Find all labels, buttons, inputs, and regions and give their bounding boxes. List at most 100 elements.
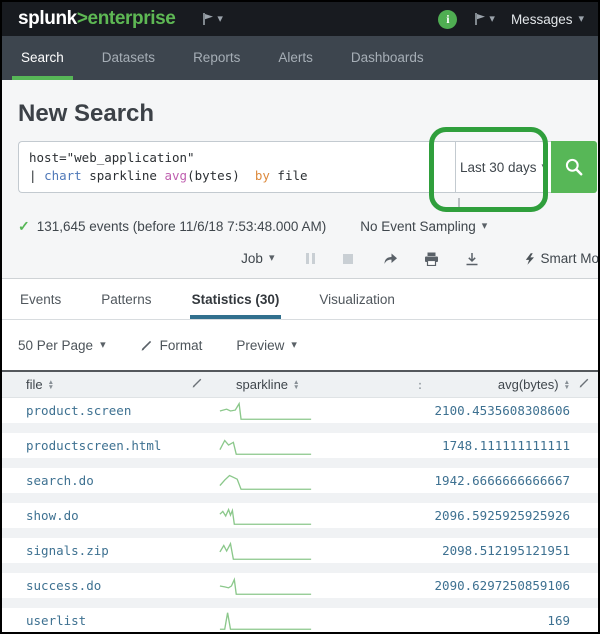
results-panel: Events Patterns Statistics (30) Visualizati… xyxy=(2,279,598,634)
textarea-resize-handle[interactable] xyxy=(458,198,460,210)
event-count-text: 131,645 events (before 11/6/18 7:53:48.0… xyxy=(37,219,326,234)
edit-column-button[interactable] xyxy=(191,377,203,392)
top-bar: splunk>enterprise ▾ i ▾ Messages ▾ xyxy=(2,2,598,36)
tab-statistics-30[interactable]: Statistics (30) xyxy=(190,279,282,319)
avg-bytes-cell[interactable]: 1748.111111111111 xyxy=(442,438,570,453)
sparkline-cell xyxy=(216,610,386,632)
nav-item-dashboards[interactable]: Dashboards xyxy=(342,36,433,80)
stop-button[interactable] xyxy=(343,254,353,264)
app-switcher-menu[interactable]: ▾ xyxy=(201,12,223,26)
activity-menu[interactable]: ▾ xyxy=(473,12,495,26)
tab-patterns[interactable]: Patterns xyxy=(99,279,153,319)
export-button[interactable] xyxy=(465,252,479,266)
pennant-flag-icon xyxy=(473,12,486,26)
pause-button[interactable] xyxy=(306,253,315,264)
messages-menu[interactable]: Messages ▾ xyxy=(511,12,584,27)
time-range-picker[interactable]: Last 30 days ▾ xyxy=(455,141,551,193)
avg-bytes-cell[interactable]: 1942.6666666666667 xyxy=(435,473,570,488)
pencil-icon xyxy=(191,377,203,389)
logo-gt-text: > xyxy=(77,8,88,29)
avg-bytes-cell[interactable]: 2090.6297250859106 xyxy=(435,578,570,593)
per-page-label: 50 Per Page xyxy=(18,338,93,353)
chevron-down-icon: ▾ xyxy=(217,14,223,25)
search-status-row: ✓ 131,645 events (before 11/6/18 7:53:48… xyxy=(18,218,582,235)
preview-menu[interactable]: Preview ▾ xyxy=(236,338,297,353)
sparkline-cell xyxy=(216,505,386,527)
sparkline-cell xyxy=(216,400,386,422)
page-title: New Search xyxy=(2,80,598,128)
sparkline-cell xyxy=(216,435,386,457)
pennant-flag-icon xyxy=(201,12,214,26)
search-mode-menu[interactable]: Smart Mode xyxy=(525,251,600,266)
format-button[interactable]: Format xyxy=(140,338,203,353)
check-icon: ✓ xyxy=(18,218,30,235)
results-toolbar: 50 Per Page ▾ Format Preview ▾ xyxy=(2,320,598,370)
tab-events[interactable]: Events xyxy=(18,279,63,319)
column-header-file[interactable]: file ▲▼ xyxy=(2,377,178,392)
format-label: Format xyxy=(160,338,203,353)
job-menu[interactable]: Job ▾ xyxy=(241,251,274,266)
tab-visualization[interactable]: Visualization xyxy=(317,279,397,319)
search-bar: host="web_application"| chart sparkline … xyxy=(18,141,597,193)
pause-icon xyxy=(306,253,309,264)
results-table-header: file ▲▼ sparkline ▲▼ : avg(bytes) ▲▼ xyxy=(2,370,598,398)
file-cell[interactable]: signals.zip xyxy=(2,543,216,558)
column-resize-grip[interactable]: : xyxy=(418,378,426,392)
avg-bytes-cell[interactable]: 2100.4535608308606 xyxy=(435,403,570,418)
logo-product-text: enterprise xyxy=(88,8,176,29)
file-cell[interactable]: search.do xyxy=(2,473,216,488)
nav-item-datasets[interactable]: Datasets xyxy=(93,36,164,80)
messages-label: Messages xyxy=(511,12,573,27)
column-header-sparkline[interactable]: sparkline ▲▼ xyxy=(216,377,386,392)
pencil-icon xyxy=(140,339,153,352)
column-header-avg-bytes[interactable]: avg(bytes) ▲▼ xyxy=(498,377,570,392)
splunk-window: splunk>enterprise ▾ i ▾ Messages ▾ Searc… xyxy=(0,0,600,634)
avg-bytes-cell[interactable]: 169 xyxy=(547,613,570,628)
query-line-2: | chart sparkline avg(bytes) by file xyxy=(29,167,445,185)
info-icon[interactable]: i xyxy=(438,10,457,29)
avg-bytes-cell[interactable]: 2098.512195121951 xyxy=(442,543,570,558)
event-sampling-menu[interactable]: No Event Sampling ▾ xyxy=(360,219,487,234)
sparkline-chart xyxy=(218,470,314,492)
nav-item-search[interactable]: Search xyxy=(12,36,73,80)
file-cell[interactable]: productscreen.html xyxy=(2,438,216,453)
file-cell[interactable]: success.do xyxy=(2,578,216,593)
sort-icon[interactable]: ▲▼ xyxy=(48,380,54,390)
avg-bytes-cell[interactable]: 2096.5925925925926 xyxy=(435,508,570,523)
printer-icon xyxy=(424,252,439,266)
splunk-logo[interactable]: splunk>enterprise xyxy=(18,8,175,30)
search-query-input[interactable]: host="web_application"| chart sparkline … xyxy=(18,141,455,193)
time-range-label: Last 30 days xyxy=(460,160,537,175)
job-label: Job xyxy=(241,251,263,266)
file-cell[interactable]: userlist xyxy=(2,613,216,628)
sort-icon[interactable]: ▲▼ xyxy=(293,380,299,390)
download-icon xyxy=(465,252,479,266)
table-row: signals.zip 2098.512195121951 xyxy=(2,538,598,563)
preview-label: Preview xyxy=(236,338,284,353)
search-mode-label: Smart Mode xyxy=(540,251,600,266)
print-button[interactable] xyxy=(424,252,439,266)
sparkline-chart xyxy=(218,610,314,632)
share-button[interactable] xyxy=(383,252,398,265)
per-page-menu[interactable]: 50 Per Page ▾ xyxy=(18,338,106,353)
event-sampling-label: No Event Sampling xyxy=(360,219,476,234)
edit-column-button[interactable] xyxy=(578,377,590,392)
query-line-1: host="web_application" xyxy=(29,149,445,167)
file-cell[interactable]: product.screen xyxy=(2,403,216,418)
table-row: success.do 2090.6297250859106 xyxy=(2,573,598,598)
sparkline-chart xyxy=(218,575,314,597)
sparkline-cell xyxy=(216,540,386,562)
stop-icon xyxy=(343,254,353,264)
sparkline-chart xyxy=(218,505,314,527)
nav-item-reports[interactable]: Reports xyxy=(184,36,249,80)
table-row: product.screen 2100.4535608308606 xyxy=(2,398,598,423)
sparkline-chart xyxy=(218,400,314,422)
results-table-body: product.screen 2100.4535608308606 products… xyxy=(2,398,598,634)
nav-item-alerts[interactable]: Alerts xyxy=(269,36,322,80)
file-cell[interactable]: show.do xyxy=(2,508,216,523)
chevron-down-icon: ▾ xyxy=(269,253,275,264)
table-row: show.do 2096.5925925925926 xyxy=(2,503,598,528)
search-button[interactable] xyxy=(551,141,597,193)
chevron-down-icon: ▾ xyxy=(291,340,297,351)
sort-icon[interactable]: ▲▼ xyxy=(564,380,570,390)
